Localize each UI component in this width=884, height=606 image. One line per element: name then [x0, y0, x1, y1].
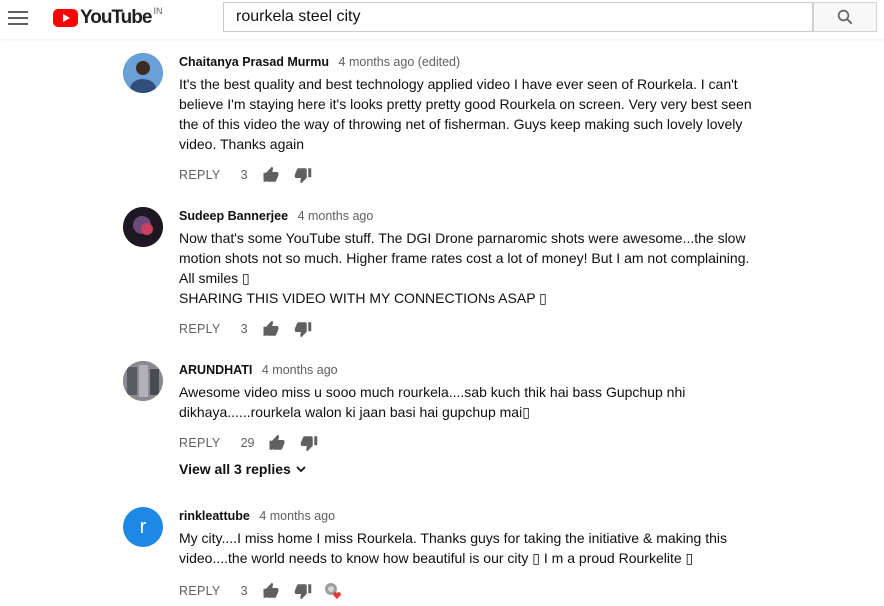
like-count: 3 — [240, 322, 248, 336]
thumbs-up-icon[interactable] — [268, 434, 286, 452]
avatar[interactable] — [123, 53, 163, 93]
comment-timestamp[interactable]: 4 months ago (edited) — [339, 55, 461, 69]
hamburger-menu-icon[interactable] — [8, 9, 28, 27]
thumbs-down-icon[interactable] — [300, 434, 318, 452]
comment-thread: Sudeep Bannerjee 4 months ago Now that's… — [123, 207, 783, 342]
comment-actions: REPLY 3 — [179, 581, 344, 601]
reply-button[interactable]: REPLY — [179, 322, 221, 336]
comment-author[interactable]: ARUNDHATI — [179, 363, 252, 377]
creator-heart-icon — [324, 582, 344, 600]
thumbs-down-icon[interactable] — [294, 582, 312, 600]
like-count: 3 — [240, 168, 248, 182]
comment-timestamp[interactable]: 4 months ago — [262, 363, 338, 377]
search-box — [223, 2, 813, 32]
youtube-logo[interactable]: YouTube IN — [53, 6, 163, 29]
reply-button[interactable]: REPLY — [179, 584, 221, 598]
comment-author[interactable]: rinkleattube — [179, 509, 250, 523]
search-button[interactable] — [813, 2, 877, 32]
comment-thread: Chaitanya Prasad Murmu 4 months ago (edi… — [123, 53, 783, 188]
avatar[interactable] — [123, 207, 163, 247]
thumbs-up-icon[interactable] — [262, 166, 280, 184]
top-bar: YouTube IN — [0, 0, 884, 39]
like-count: 29 — [240, 436, 255, 450]
avatar[interactable] — [123, 361, 163, 401]
reply-button[interactable]: REPLY — [179, 436, 221, 450]
play-icon — [53, 9, 78, 27]
logo-text: YouTube — [80, 7, 152, 28]
avatar[interactable]: r — [123, 507, 163, 547]
chevron-down-icon — [296, 466, 306, 473]
like-count: 3 — [240, 584, 248, 598]
reply-button[interactable]: REPLY — [179, 168, 221, 182]
comment-actions: REPLY 3 — [179, 165, 312, 185]
comment-text: Now that's some YouTube stuff. The DGI D… — [179, 230, 750, 306]
search-icon — [837, 9, 853, 25]
comment-thread: r rinkleattube 4 months ago My city....I… — [123, 507, 783, 605]
comment-author[interactable]: Chaitanya Prasad Murmu — [179, 55, 329, 69]
comment-timestamp[interactable]: 4 months ago — [259, 509, 335, 523]
view-replies-button[interactable]: View all 3 replies — [179, 461, 307, 477]
avatar-letter: r — [139, 515, 147, 538]
region-code: IN — [153, 6, 163, 16]
comment-timestamp[interactable]: 4 months ago — [298, 209, 374, 223]
comment-actions: REPLY 29 — [179, 433, 318, 453]
thumbs-down-icon[interactable] — [294, 166, 312, 184]
comment-thread: ARUNDHATI 4 months ago Awesome video mis… — [123, 361, 783, 486]
comment-author[interactable]: Sudeep Bannerjee — [179, 209, 288, 223]
comment-text: Awesome video miss u sooo much rourkela.… — [179, 384, 686, 420]
thumbs-down-icon[interactable] — [294, 320, 312, 338]
comment-actions: REPLY 3 — [179, 319, 312, 339]
thumbs-up-icon[interactable] — [262, 320, 280, 338]
comment-text: It's the best quality and best technolog… — [179, 76, 752, 152]
comment-text: My city....I miss home I miss Rourkela. … — [179, 530, 728, 566]
thumbs-up-icon[interactable] — [262, 582, 280, 600]
view-replies-label: View all 3 replies — [179, 461, 291, 477]
search-input[interactable] — [234, 7, 798, 27]
